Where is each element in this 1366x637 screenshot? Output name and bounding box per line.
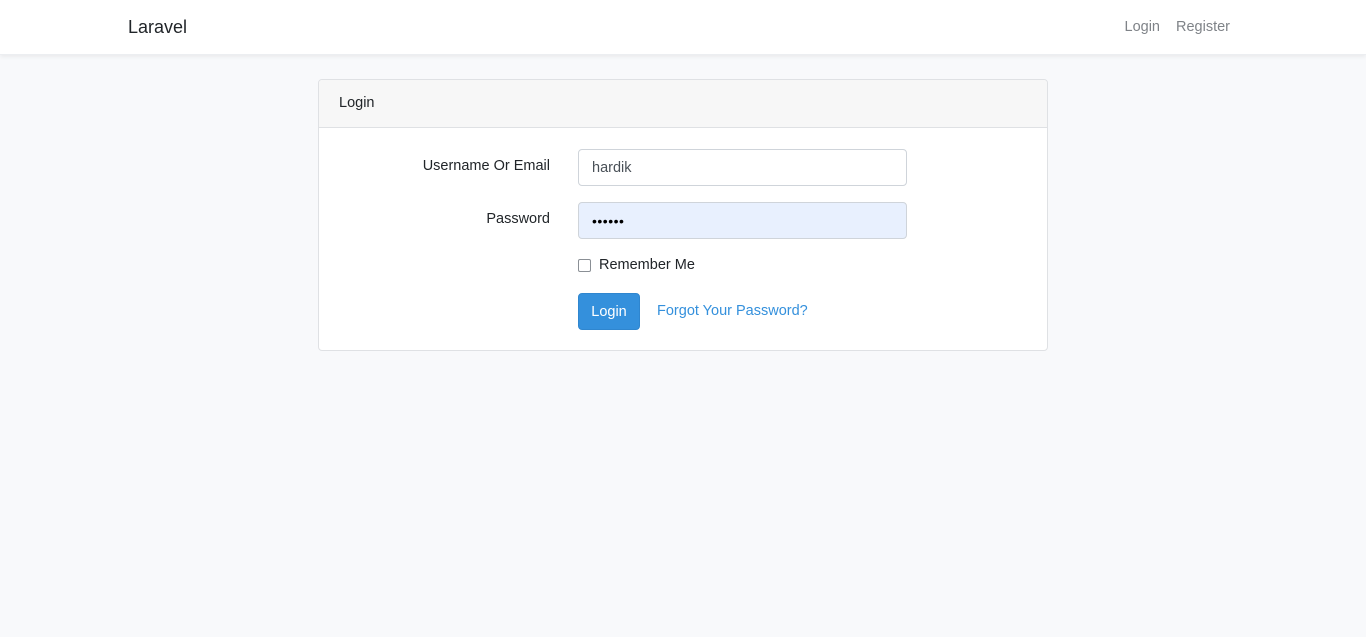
password-value: •••••• bbox=[592, 212, 625, 229]
brand-link[interactable]: Laravel bbox=[128, 17, 187, 38]
forgot-password-link[interactable]: Forgot Your Password? bbox=[657, 303, 808, 319]
login-button[interactable]: Login bbox=[578, 293, 640, 330]
username-input[interactable] bbox=[578, 149, 907, 186]
remember-label[interactable]: Remember Me bbox=[599, 257, 695, 273]
username-label: Username Or Email bbox=[422, 158, 550, 174]
password-input[interactable]: •••••• bbox=[578, 202, 907, 239]
nav-register-link[interactable]: Register bbox=[1176, 19, 1230, 35]
remember-checkbox[interactable] bbox=[578, 258, 591, 272]
top-navbar: Laravel Login Register bbox=[0, 0, 1366, 55]
login-card: Login Username Or Email Password •••••• … bbox=[318, 79, 1048, 351]
password-label: Password bbox=[486, 211, 550, 227]
remember-me: Remember Me bbox=[578, 257, 695, 273]
nav-links: Login Register bbox=[1125, 19, 1230, 35]
card-header: Login bbox=[319, 80, 1047, 128]
nav-login-link[interactable]: Login bbox=[1125, 19, 1160, 35]
